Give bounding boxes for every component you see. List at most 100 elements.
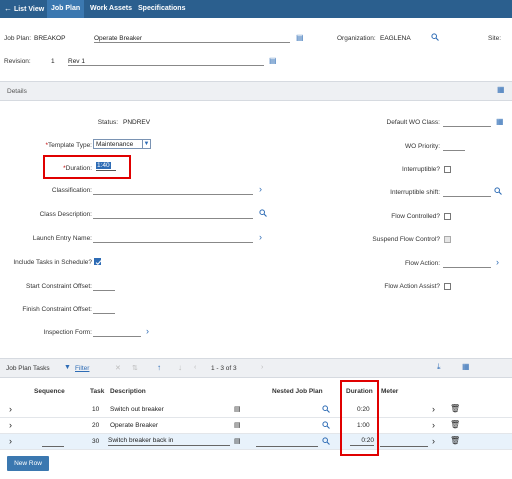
duration-column-highlight-box [340,380,379,456]
column-header-description[interactable]: Description [110,388,146,395]
long-description-icon[interactable]: ▤ [234,405,241,413]
include-tasks-checkbox[interactable] [94,258,102,265]
column-header-meter[interactable]: Meter [381,388,398,395]
row-expand-chevron-icon[interactable]: › [9,420,12,430]
long-description-icon[interactable]: ▤ [234,437,241,445]
include-tasks-label: Include Tasks in Schedule? [13,259,92,266]
previous-page-icon[interactable]: ‹ [194,364,196,371]
nested-job-plan-search-icon[interactable] [322,405,330,413]
finish-constraint-offset-field[interactable] [93,306,115,314]
new-row-button[interactable]: New Row [7,456,49,471]
task-description: Switch out breaker [110,406,164,413]
tab-specifications[interactable]: Specifications [134,0,189,18]
sort-icon[interactable]: ⇅ [132,364,138,372]
nested-job-plan-field[interactable] [256,446,318,447]
nested-job-plan-search-icon[interactable] [322,437,330,445]
flow-controlled-label: Flow Controlled? [391,213,440,220]
start-constraint-offset-field[interactable] [93,283,115,291]
filter-icon[interactable]: ▼ [64,364,71,371]
class-description-field[interactable] [93,211,253,219]
arrow-down-icon[interactable]: ↓ [178,363,182,372]
task-number: 10 [92,406,100,413]
status-value: PNDREV [123,119,151,126]
task-number: 20 [92,422,100,429]
interruptible-shift-field[interactable] [443,189,491,197]
organization-search-icon[interactable] [431,33,439,41]
flow-action-chevron-right-icon[interactable]: › [496,257,499,267]
flow-controlled-checkbox[interactable] [444,213,451,220]
job-plan-field[interactable]: BREAKOP [34,35,65,42]
task-description-field[interactable]: Switch breaker back in [108,437,230,446]
interruptible-checkbox[interactable] [444,166,451,173]
download-icon[interactable]: ⤓ [437,362,441,372]
long-description-icon[interactable]: ▤ [234,421,241,429]
meter-chevron-right-icon[interactable]: › [432,420,435,430]
template-type-select[interactable]: Maintenance ▼ [93,139,151,149]
template-type-label: *Template Type: [45,142,93,149]
revision-description-field[interactable]: Rev 1 [68,58,264,66]
launch-entry-name-field[interactable] [93,235,253,243]
organization-field[interactable]: EAGLENA [380,35,411,42]
back-arrow-icon: ← [4,4,12,13]
default-wo-class-select-icon[interactable]: ▦ [496,117,504,126]
arrow-up-icon[interactable]: ↑ [157,363,161,372]
launch-entry-name-label: Launch Entry Name: [32,235,92,242]
row-expand-chevron-icon[interactable]: › [9,436,12,446]
filter-link[interactable]: Filter [75,365,89,372]
duration-field[interactable]: 1:40 [96,162,116,171]
classification-label: Classification: [51,187,92,194]
flow-action-assist-label: Flow Action Assist? [384,283,440,290]
row-expand-chevron-icon[interactable]: › [9,404,12,414]
details-collapse-icon[interactable]: ▦ [497,85,505,94]
delete-icon[interactable]: 🗑 [450,436,460,445]
tab-job-plan[interactable]: Job Plan [47,0,85,18]
sequence-field[interactable] [42,446,64,447]
organization-label: Organization: [337,35,376,42]
clear-filter-icon[interactable]: ✕ [115,364,121,372]
flow-action-field[interactable] [443,260,491,268]
column-header-task[interactable]: Task [90,388,104,395]
delete-icon[interactable]: 🗑 [450,404,460,413]
chevron-down-icon[interactable]: ▼ [142,140,150,148]
table-row[interactable]: › 20 Operate Breaker ▤ 1:00 › 🗑 [0,418,512,434]
interruptible-shift-search-icon[interactable] [494,187,502,195]
table-settings-icon[interactable]: ▦ [462,362,470,371]
next-page-icon[interactable]: › [261,364,263,371]
default-wo-class-field[interactable] [443,119,491,127]
long-description-icon[interactable]: ▤ [296,33,304,42]
class-description-search-icon[interactable] [259,209,267,217]
classification-chevron-right-icon[interactable]: › [259,184,262,194]
classification-field[interactable] [93,187,253,195]
table-row[interactable]: › 30 Switch breaker back in ▤ 0:20 › 🗑 [0,434,512,450]
wo-priority-field[interactable] [443,143,465,151]
task-description: Operate Breaker [110,422,159,429]
inspection-form-label: Inspection Form: [43,329,92,336]
column-header-sequence[interactable]: Sequence [34,388,65,395]
job-plan-description-field[interactable]: Operate Breaker [94,35,290,43]
table-row[interactable]: › 10 Switch out breaker ▤ 0:20 › 🗑 [0,402,512,418]
inspection-form-field[interactable] [93,329,141,337]
meter-chevron-right-icon[interactable]: › [432,436,435,446]
nested-job-plan-search-icon[interactable] [322,421,330,429]
details-section-header[interactable] [0,81,512,101]
flow-action-label: Flow Action: [404,260,440,267]
flow-action-assist-checkbox[interactable] [444,283,451,290]
interruptible-label: Interruptible? [402,166,440,173]
tab-list-view[interactable]: ← List View [0,0,48,18]
launch-entry-chevron-right-icon[interactable]: › [259,232,262,242]
job-plan-tasks-title: Job Plan Tasks [6,365,50,372]
class-description-label: Class Description: [39,211,92,218]
inspection-form-chevron-right-icon[interactable]: › [146,326,149,336]
default-wo-class-label: Default WO Class: [386,119,440,126]
delete-icon[interactable]: 🗑 [450,420,460,429]
duration-label: *Duration: [63,165,92,172]
start-constraint-offset-label: Start Constraint Offset: [26,283,92,290]
finish-constraint-offset-label: Finish Constraint Offset: [22,306,92,313]
column-header-nested-job-plan[interactable]: Nested Job Plan [272,388,323,395]
meter-chevron-right-icon[interactable]: › [432,404,435,414]
meter-field[interactable] [380,446,428,447]
revision-long-description-icon[interactable]: ▤ [269,56,277,65]
tab-work-assets[interactable]: Work Assets [86,0,136,18]
revision-field[interactable]: 1 [51,58,55,65]
site-label: Site: [488,35,502,42]
